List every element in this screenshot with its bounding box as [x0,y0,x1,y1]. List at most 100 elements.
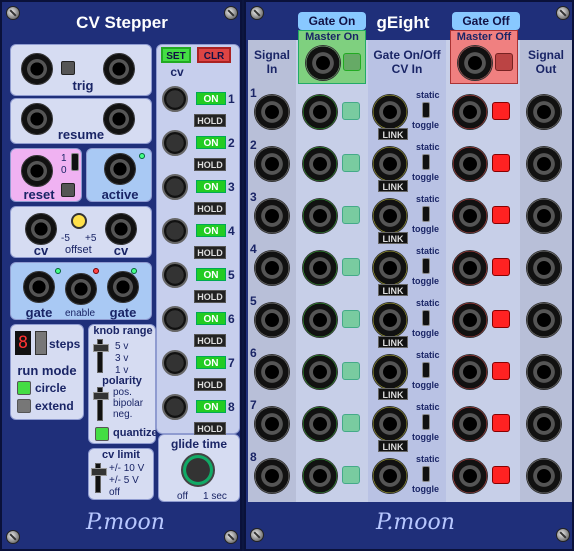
signal-out-jack[interactable] [526,302,562,338]
step-knob[interactable] [162,350,188,376]
step-on-button[interactable]: ON [196,180,226,193]
gate-off-button[interactable] [492,310,510,328]
link-button[interactable]: LINK [378,388,408,400]
step-on-button[interactable]: ON [196,224,226,237]
gate-on-button[interactable] [342,258,360,276]
step-on-button[interactable]: ON [196,136,226,149]
signal-in-jack[interactable] [254,146,290,182]
step-knob[interactable] [162,306,188,332]
trig-button[interactable] [61,61,75,75]
step-hold-button[interactable]: HOLD [194,422,226,435]
cv-in-jack[interactable] [372,146,408,182]
gate-on-button[interactable] [342,310,360,328]
step-knob[interactable] [162,262,188,288]
step-on-button[interactable]: ON [196,92,226,105]
active-output-jack[interactable] [104,153,136,185]
gate-off-button[interactable] [492,362,510,380]
gate-output-jack[interactable] [107,271,139,303]
link-button[interactable]: LINK [378,284,408,296]
gate-on-button[interactable] [342,466,360,484]
static-toggle-switch[interactable] [422,362,430,378]
reset-input-jack[interactable] [21,155,53,187]
quantize-button[interactable] [95,427,109,441]
step-hold-button[interactable]: HOLD [194,158,226,171]
static-toggle-switch[interactable] [422,154,430,170]
step-hold-button[interactable]: HOLD [194,202,226,215]
gate-on-button[interactable] [342,206,360,224]
cv-in-jack[interactable] [372,198,408,234]
gate-on-jack[interactable] [302,302,338,338]
gate-on-jack[interactable] [302,94,338,130]
step-hold-button[interactable]: HOLD [194,246,226,259]
signal-in-jack[interactable] [254,406,290,442]
cv-in-jack[interactable] [372,302,408,338]
step-knob[interactable] [162,394,188,420]
step-hold-button[interactable]: HOLD [194,378,226,391]
step-on-button[interactable]: ON [196,268,226,281]
gate-on-jack[interactable] [302,406,338,442]
gate-off-jack[interactable] [452,198,488,234]
signal-in-jack[interactable] [254,354,290,390]
knob-range-switch[interactable] [93,339,109,373]
cv-in-jack[interactable] [372,250,408,286]
extend-radio[interactable] [17,399,31,413]
gate-on-jack[interactable] [302,198,338,234]
signal-out-jack[interactable] [526,354,562,390]
gate-off-button[interactable] [492,154,510,172]
gate-off-button[interactable] [492,102,510,120]
gate-on-button[interactable] [342,362,360,380]
master-on-jack[interactable] [305,45,341,81]
static-toggle-switch[interactable] [422,102,430,118]
gate-off-jack[interactable] [452,146,488,182]
offset-knob[interactable] [71,213,87,229]
gate-off-button[interactable] [492,466,510,484]
gate-off-button[interactable] [492,206,510,224]
signal-in-jack[interactable] [254,302,290,338]
gate-off-button[interactable] [492,258,510,276]
link-button[interactable]: LINK [378,336,408,348]
gate-on-button[interactable] [342,154,360,172]
step-knob[interactable] [162,130,188,156]
link-button[interactable]: LINK [378,180,408,192]
cv-in-jack[interactable] [372,354,408,390]
gate-on-jack[interactable] [302,146,338,182]
master-off-button[interactable] [495,53,513,71]
steps-stepper[interactable] [35,331,47,355]
signal-out-jack[interactable] [526,458,562,494]
master-on-button[interactable] [343,53,361,71]
gate-off-jack[interactable] [452,354,488,390]
cv-in-jack[interactable] [372,458,408,494]
cv-input-jack[interactable] [25,213,57,245]
signal-out-jack[interactable] [526,406,562,442]
signal-out-jack[interactable] [526,198,562,234]
gate-on-jack[interactable] [302,458,338,494]
polarity-switch[interactable] [93,387,109,421]
static-toggle-switch[interactable] [422,414,430,430]
step-knob[interactable] [162,174,188,200]
link-button[interactable]: LINK [378,440,408,452]
static-toggle-switch[interactable] [422,258,430,274]
cv-output-jack[interactable] [105,213,137,245]
signal-out-jack[interactable] [526,94,562,130]
step-hold-button[interactable]: HOLD [194,290,226,303]
reset-switch[interactable] [71,153,79,171]
step-on-button[interactable]: ON [196,400,226,413]
signal-in-jack[interactable] [254,250,290,286]
step-on-button[interactable]: ON [196,312,226,325]
gate-off-jack[interactable] [452,250,488,286]
step-on-button[interactable]: ON [196,356,226,369]
clr-button[interactable]: CLR [197,47,231,63]
gate-off-jack[interactable] [452,94,488,130]
gate-off-button[interactable] [492,414,510,432]
signal-out-jack[interactable] [526,146,562,182]
gate-on-jack[interactable] [302,354,338,390]
gate-on-jack[interactable] [302,250,338,286]
step-hold-button[interactable]: HOLD [194,334,226,347]
gate-off-jack[interactable] [452,406,488,442]
signal-in-jack[interactable] [254,458,290,494]
cv-in-jack[interactable] [372,94,408,130]
link-button[interactable]: LINK [378,232,408,244]
gate-off-jack[interactable] [452,458,488,494]
reset-button[interactable] [61,183,75,197]
gate-on-button[interactable] [342,414,360,432]
